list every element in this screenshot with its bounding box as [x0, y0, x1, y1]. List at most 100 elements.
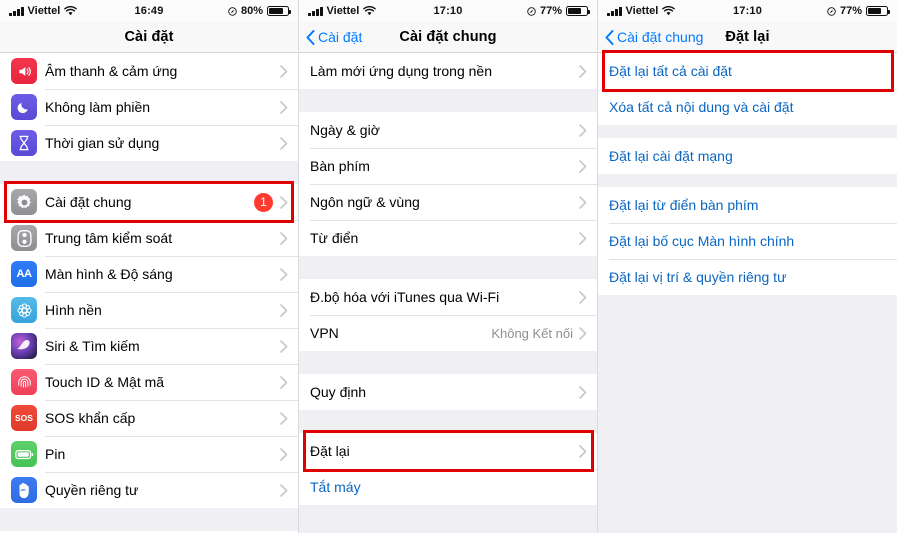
chevron-right-icon: [280, 195, 288, 209]
list-item[interactable]: Đặt lại vị trí & quyền riêng tư: [598, 259, 897, 295]
list-item-label: Bàn phím: [310, 158, 370, 174]
list-item[interactable]: Touch ID & Mật mã: [0, 364, 298, 400]
list-item-label: Màn hình & Độ sáng: [45, 266, 173, 282]
settings-group: Ngày & giờ Bàn phím Ngôn ngữ & vùng Từ điển: [299, 112, 597, 256]
chevron-right-icon: [280, 231, 288, 245]
list-item[interactable]: Thời gian sử dụng: [0, 125, 298, 161]
display-brightness-icon: AA: [11, 261, 37, 287]
chevron-right-icon: [280, 339, 288, 353]
list-item-label: Đ.bộ hóa với iTunes qua Wi-Fi: [310, 289, 500, 305]
list-item-label: Thời gian sử dụng: [45, 135, 160, 151]
settings-list[interactable]: Làm mới ứng dụng trong nền Ngày & giờ Bàn …: [299, 53, 597, 533]
list-item[interactable]: Đặt lại bố cục Màn hình chính: [598, 223, 897, 259]
list-item-label: Tắt máy: [310, 479, 361, 495]
location-arrow-icon: [527, 6, 536, 16]
battery-icon: [267, 6, 292, 16]
status-bar-clock: 17:10: [433, 5, 463, 17]
battery-settings-icon: [11, 441, 37, 467]
privacy-icon: [11, 477, 37, 503]
list-item[interactable]: Đặt lại từ điển bàn phím: [598, 187, 897, 223]
list-item-label: Ngày & giờ: [310, 122, 380, 138]
list-item[interactable]: Siri & Tìm kiếm: [0, 328, 298, 364]
group-separator: [299, 256, 597, 279]
settings-group: Cài đặt chung 1 Trung tâm kiểm soát AA Màn h…: [0, 184, 298, 508]
chevron-right-icon: [579, 290, 587, 304]
wifi-icon: [363, 6, 377, 16]
list-item[interactable]: Đặt lại: [299, 433, 597, 469]
siri-search-icon: [11, 333, 37, 359]
list-item[interactable]: Đ.bộ hóa với iTunes qua Wi-Fi: [299, 279, 597, 315]
list-item[interactable]: Quyền riêng tư: [0, 472, 298, 508]
group-separator: [299, 351, 597, 374]
group-separator: [0, 508, 298, 531]
location-arrow-icon: [228, 6, 237, 16]
list-item[interactable]: Làm mới ứng dụng trong nền: [299, 53, 597, 89]
list-item[interactable]: Không làm phiền: [0, 89, 298, 125]
chevron-right-icon: [579, 64, 587, 78]
list-item-label: Đặt lại: [310, 443, 350, 459]
wifi-icon: [662, 6, 676, 16]
list-item-label: Đặt lại cài đặt mạng: [609, 148, 733, 164]
list-item[interactable]: Pin: [0, 436, 298, 472]
group-separator: [299, 410, 597, 433]
chevron-right-icon: [579, 385, 587, 399]
chevron-left-icon: [306, 29, 315, 45]
wallpaper-icon: [11, 297, 37, 323]
signal-bars-icon: [308, 6, 323, 16]
list-item[interactable]: Xóa tất cả nội dung và cài đặt: [598, 89, 897, 125]
list-item-label: Pin: [45, 446, 66, 462]
list-item[interactable]: Tắt máy: [299, 469, 597, 505]
list-item[interactable]: AA Màn hình & Độ sáng: [0, 256, 298, 292]
settings-list[interactable]: Đặt lại tất cả cài đặt Xóa tất cả nội dun…: [598, 53, 897, 533]
list-item-label: Làm mới ứng dụng trong nền: [310, 63, 492, 79]
list-item[interactable]: Cài đặt chung 1: [0, 184, 298, 220]
list-item[interactable]: Đặt lại cài đặt mạng: [598, 138, 897, 174]
status-bar-left: Viettel: [607, 5, 733, 17]
signal-bars-icon: [9, 6, 24, 16]
location-arrow-icon: [827, 6, 836, 16]
group-separator: [0, 161, 298, 184]
list-item[interactable]: Trung tâm kiểm soát: [0, 220, 298, 256]
carrier-name: Viettel: [625, 5, 659, 17]
carrier-name: Viettel: [27, 5, 61, 17]
list-item[interactable]: Hình nền: [0, 292, 298, 328]
chevron-left-icon: [605, 29, 614, 45]
wifi-icon: [64, 6, 78, 16]
chevron-right-icon: [280, 411, 288, 425]
list-item-label: Ngôn ngữ & vùng: [310, 194, 420, 210]
status-bar-clock: 16:49: [134, 5, 164, 17]
list-item[interactable]: Bàn phím: [299, 148, 597, 184]
list-item[interactable]: Ngày & giờ: [299, 112, 597, 148]
group-separator: [598, 174, 897, 187]
list-item[interactable]: Âm thanh & cảm ứng: [0, 53, 298, 89]
emergency-sos-icon: SOS: [11, 405, 37, 431]
sound-icon: [11, 58, 37, 84]
back-button[interactable]: Cài đặt chung: [605, 29, 703, 45]
list-item-label: Quyền riêng tư: [45, 482, 139, 498]
list-item[interactable]: VPN Không Kết nối: [299, 315, 597, 351]
settings-group: Đặt lại cài đặt mạng: [598, 138, 897, 174]
carrier-name: Viettel: [326, 5, 360, 17]
list-item[interactable]: Quy định: [299, 374, 597, 410]
general-settings-icon: [11, 189, 37, 215]
list-item-label: Siri & Tìm kiếm: [45, 338, 140, 354]
chevron-right-icon: [280, 267, 288, 281]
chevron-right-icon: [579, 231, 587, 245]
list-item[interactable]: SOS SOS khẩn cấp: [0, 400, 298, 436]
back-button[interactable]: Cài đặt: [306, 29, 362, 45]
list-item[interactable]: Đặt lại tất cả cài đặt: [598, 53, 897, 89]
settings-list[interactable]: Âm thanh & cảm ứng Không làm phiền Thời gi…: [0, 53, 298, 533]
list-item-label: Đặt lại từ điển bàn phím: [609, 197, 759, 213]
list-item[interactable]: Ngôn ngữ & vùng: [299, 184, 597, 220]
list-item[interactable]: Từ điển: [299, 220, 597, 256]
chevron-right-icon: [579, 123, 587, 137]
back-button-label: Cài đặt: [318, 29, 363, 45]
settings-group: Quy định: [299, 374, 597, 410]
group-separator: [598, 125, 897, 138]
phone-screen-settings: Viettel 16:49 80% Cài đặt Âm thanh & cảm ứng…: [0, 0, 298, 533]
list-item-label: Cài đặt chung: [45, 194, 132, 210]
battery-percent: 80%: [240, 5, 264, 17]
chevron-right-icon: [579, 159, 587, 173]
chevron-right-icon: [579, 444, 587, 458]
list-item-label: Hình nền: [45, 302, 102, 318]
